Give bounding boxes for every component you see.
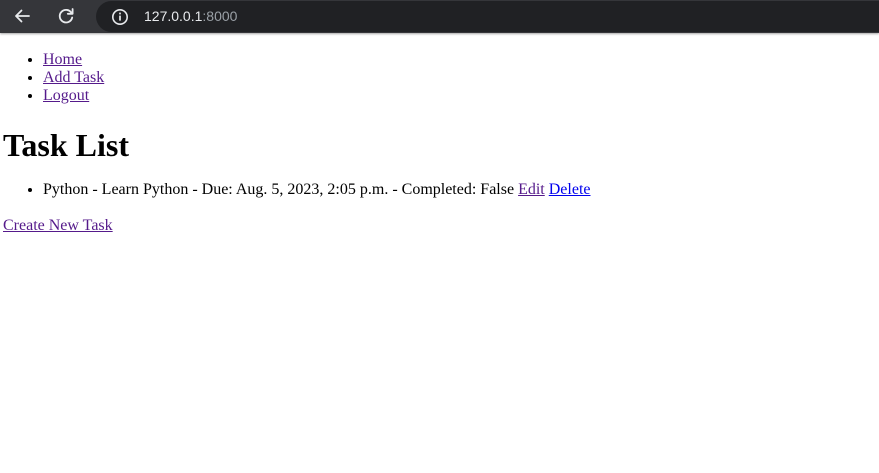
back-arrow-icon[interactable] [9, 3, 35, 29]
home-link[interactable]: Home [43, 51, 82, 68]
info-icon[interactable] [111, 8, 129, 26]
task-item: Python - Learn Python - Due: Aug. 5, 202… [43, 181, 879, 199]
edit-task-link[interactable]: Edit [518, 181, 545, 198]
reload-icon[interactable] [53, 3, 79, 29]
nav-item-home: Home [43, 51, 879, 69]
add-task-link[interactable]: Add Task [43, 69, 104, 86]
address-bar[interactable]: 127.0.0.1:8000 [96, 1, 879, 32]
page-content: Home Add Task Logout Task List Python - … [0, 33, 879, 235]
url-host: 127.0.0.1 [144, 8, 203, 24]
browser-toolbar: 127.0.0.1:8000 [0, 0, 879, 33]
nav-item-add-task: Add Task [43, 69, 879, 87]
logout-link[interactable]: Logout [43, 87, 89, 104]
url-port: :8000 [202, 8, 238, 24]
task-list: Python - Learn Python - Due: Aug. 5, 202… [0, 181, 879, 199]
page-title: Task List [3, 127, 129, 163]
delete-task-link[interactable]: Delete [549, 181, 591, 198]
site-nav: Home Add Task Logout [0, 51, 879, 105]
url-text[interactable]: 127.0.0.1:8000 [144, 8, 237, 25]
nav-item-logout: Logout [43, 87, 879, 105]
task-text: Python - Learn Python - Due: Aug. 5, 202… [43, 181, 515, 198]
create-new-task-link[interactable]: Create New Task [3, 217, 879, 235]
